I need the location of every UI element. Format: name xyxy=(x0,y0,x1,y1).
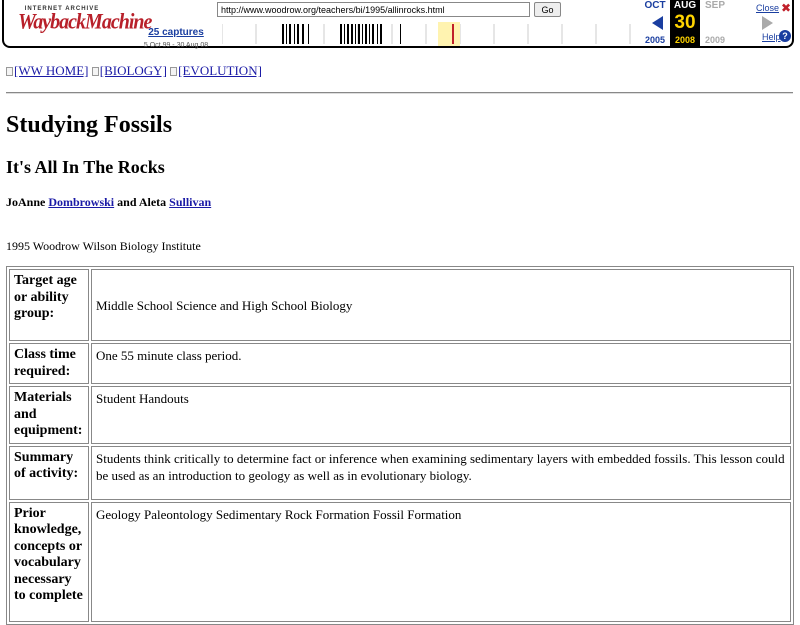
row-label: Prior knowledge, concepts or vocabulary … xyxy=(9,501,89,622)
wayback-captures: 25 captures 5 Oct 99 - 30 Aug 08 xyxy=(132,22,220,49)
table-row: Materials and equipment: Student Handout… xyxy=(9,386,791,444)
row-label: Target age or ability group: xyxy=(9,269,89,341)
next-year-label: 2009 xyxy=(704,35,726,45)
page-subtitle: It's All In The Rocks xyxy=(6,157,165,177)
nav-biology[interactable]: [BIOLOGY] xyxy=(91,63,167,78)
nav-evolution-label: [EVOLUTION] xyxy=(178,63,262,78)
row-label: Summary of activity: xyxy=(9,445,89,500)
wayback-go-button[interactable]: Go xyxy=(534,2,561,17)
author1-link[interactable]: Dombrowski xyxy=(48,195,114,209)
row-value: Geology Paleontology Sedimentary Rock Fo… xyxy=(91,501,791,622)
sparkline-current-year xyxy=(438,22,460,46)
author2-link[interactable]: Sullivan xyxy=(169,195,211,209)
nav-evolution[interactable]: [EVOLUTION] xyxy=(170,63,262,78)
current-month: AUG 30 2008 xyxy=(670,0,700,46)
prev-arrow-icon[interactable] xyxy=(652,16,663,30)
row-value: Middle School Science and High School Bi… xyxy=(91,269,791,341)
close-icon[interactable]: ✖ xyxy=(781,1,791,15)
row-value-text: Middle School Science and High School Bi… xyxy=(96,297,353,313)
wayback-month-nav: OCT 2005 AUG 30 2008 SEP 2009 xyxy=(640,0,773,48)
help-icon[interactable]: ? xyxy=(779,30,791,42)
wayback-toolbar: INTERNET ARCHIVE WaybackMachine http://w… xyxy=(2,0,794,49)
current-month-label: AUG xyxy=(673,0,697,11)
author1-first: JoAnne xyxy=(6,195,46,209)
nav-ww-home[interactable]: [WW HOME] xyxy=(6,63,89,78)
next-arrow-icon[interactable] xyxy=(762,16,773,30)
nav-ww-home-label: [WW HOME] xyxy=(14,63,89,78)
help-link[interactable]: Help xyxy=(762,32,781,42)
row-value: Students think critically to determine f… xyxy=(91,445,791,500)
table-row: Summary of activity: Students think crit… xyxy=(9,445,791,500)
prev-month[interactable]: OCT 2005 xyxy=(640,0,670,45)
next-month[interactable]: SEP 2009 xyxy=(700,0,773,45)
close-link[interactable]: Close xyxy=(756,3,779,13)
row-value: One 55 minute class period. xyxy=(91,343,791,384)
current-year-label: 2008 xyxy=(674,35,696,45)
nav-biology-label: [BIOLOGY] xyxy=(99,63,167,78)
authors: JoAnne Dombrowski and Aleta Sullivan xyxy=(6,195,211,210)
broken-image-icon xyxy=(91,67,99,76)
page-title: Studying Fossils xyxy=(6,112,173,138)
row-label: Materials and equipment: xyxy=(9,386,89,444)
sparkline-current-capture xyxy=(452,24,454,44)
prev-month-label: OCT xyxy=(644,0,666,11)
lesson-info-table: Target age or ability group: Middle Scho… xyxy=(6,266,794,625)
captures-range: 5 Oct 99 - 30 Aug 08 xyxy=(143,42,209,49)
institute-line: 1995 Woodrow Wilson Biology Institute xyxy=(6,239,201,253)
captures-link[interactable]: 25 captures xyxy=(148,27,204,38)
table-row: Prior knowledge, concepts or vocabulary … xyxy=(9,501,791,622)
site-nav: [WW HOME] [BIOLOGY] [EVOLUTION] xyxy=(6,63,262,79)
sparkline-bars xyxy=(282,24,401,44)
broken-image-icon xyxy=(6,67,13,76)
wayback-logo-main: WaybackMachine xyxy=(18,9,152,35)
author-conjunction: and Aleta xyxy=(117,195,167,209)
next-month-label: SEP xyxy=(704,0,725,11)
wayback-logo[interactable]: INTERNET ARCHIVE WaybackMachine xyxy=(18,6,152,40)
current-day: 30 xyxy=(674,12,696,33)
prev-year-label: 2005 xyxy=(644,35,666,45)
divider xyxy=(6,92,793,94)
broken-image-icon xyxy=(170,67,178,76)
wayback-url-input[interactable]: http://www.woodrow.org/teachers/bi/1995/… xyxy=(217,2,530,17)
capture-sparkline[interactable] xyxy=(222,22,632,46)
row-label: Class time required: xyxy=(9,343,89,384)
table-row: Target age or ability group: Middle Scho… xyxy=(9,269,791,341)
row-value: Student Handouts xyxy=(91,386,791,444)
table-row: Class time required: One 55 minute class… xyxy=(9,343,791,384)
